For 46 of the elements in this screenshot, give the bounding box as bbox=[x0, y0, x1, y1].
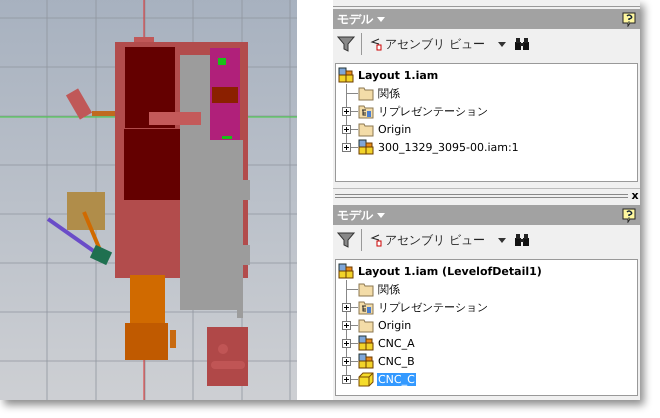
binoculars-icon[interactable] bbox=[514, 37, 530, 51]
assembly-icon bbox=[338, 263, 354, 279]
expand-button[interactable] bbox=[342, 125, 351, 134]
tree-item[interactable]: リプレゼンテーション bbox=[377, 300, 489, 314]
folder-icon bbox=[358, 317, 374, 333]
folder-icon bbox=[358, 281, 374, 297]
help-icon[interactable] bbox=[622, 12, 636, 26]
assembly-view-icon bbox=[370, 233, 382, 247]
assembly-icon bbox=[358, 139, 374, 155]
help-icon[interactable] bbox=[622, 208, 636, 222]
caret-icon bbox=[377, 16, 385, 22]
view-dropdown[interactable]: アセンブリ ビュー bbox=[368, 36, 508, 52]
tree-item[interactable]: Origin bbox=[377, 318, 412, 332]
expand-button[interactable] bbox=[342, 375, 351, 384]
expand-button[interactable] bbox=[342, 339, 351, 348]
cube-icon bbox=[358, 371, 374, 387]
tree-item[interactable]: リプレゼンテーション bbox=[377, 104, 489, 118]
tree-item[interactable]: CNC_A bbox=[377, 336, 416, 350]
assembly-view-icon bbox=[370, 37, 382, 51]
expand-button[interactable] bbox=[342, 303, 351, 312]
assembly-icon bbox=[358, 353, 374, 369]
folder-tree-icon bbox=[358, 103, 374, 119]
assembly-icon bbox=[358, 335, 374, 351]
binoculars-icon[interactable] bbox=[514, 233, 530, 247]
tree-item[interactable]: 300_1329_3095-00.iam:1 bbox=[377, 140, 520, 154]
tree-item[interactable]: Layout 1.iam bbox=[357, 68, 440, 82]
filter-icon[interactable] bbox=[337, 231, 355, 249]
tree-item[interactable]: Origin bbox=[377, 122, 412, 136]
expand-button[interactable] bbox=[342, 143, 351, 152]
folder-icon bbox=[358, 85, 374, 101]
caret-icon bbox=[498, 238, 506, 242]
folder-tree-icon bbox=[358, 299, 374, 315]
caret-icon bbox=[498, 42, 506, 46]
expand-button[interactable] bbox=[342, 357, 351, 366]
tree-item[interactable]: Layout 1.iam (LevelofDetail1) bbox=[357, 264, 543, 278]
caret-icon bbox=[377, 212, 385, 218]
filter-icon[interactable] bbox=[337, 35, 355, 53]
assembly-icon bbox=[338, 67, 354, 83]
folder-icon bbox=[358, 121, 374, 137]
tree-item[interactable]: 関係 bbox=[377, 86, 401, 100]
close-button[interactable]: x bbox=[630, 190, 640, 202]
tree-item[interactable]: 関係 bbox=[377, 282, 401, 296]
expand-button[interactable] bbox=[342, 107, 351, 116]
view-dropdown[interactable]: アセンブリ ビュー bbox=[368, 232, 508, 248]
expand-button[interactable] bbox=[342, 321, 351, 330]
tree-item[interactable]: CNC_B bbox=[377, 354, 416, 368]
